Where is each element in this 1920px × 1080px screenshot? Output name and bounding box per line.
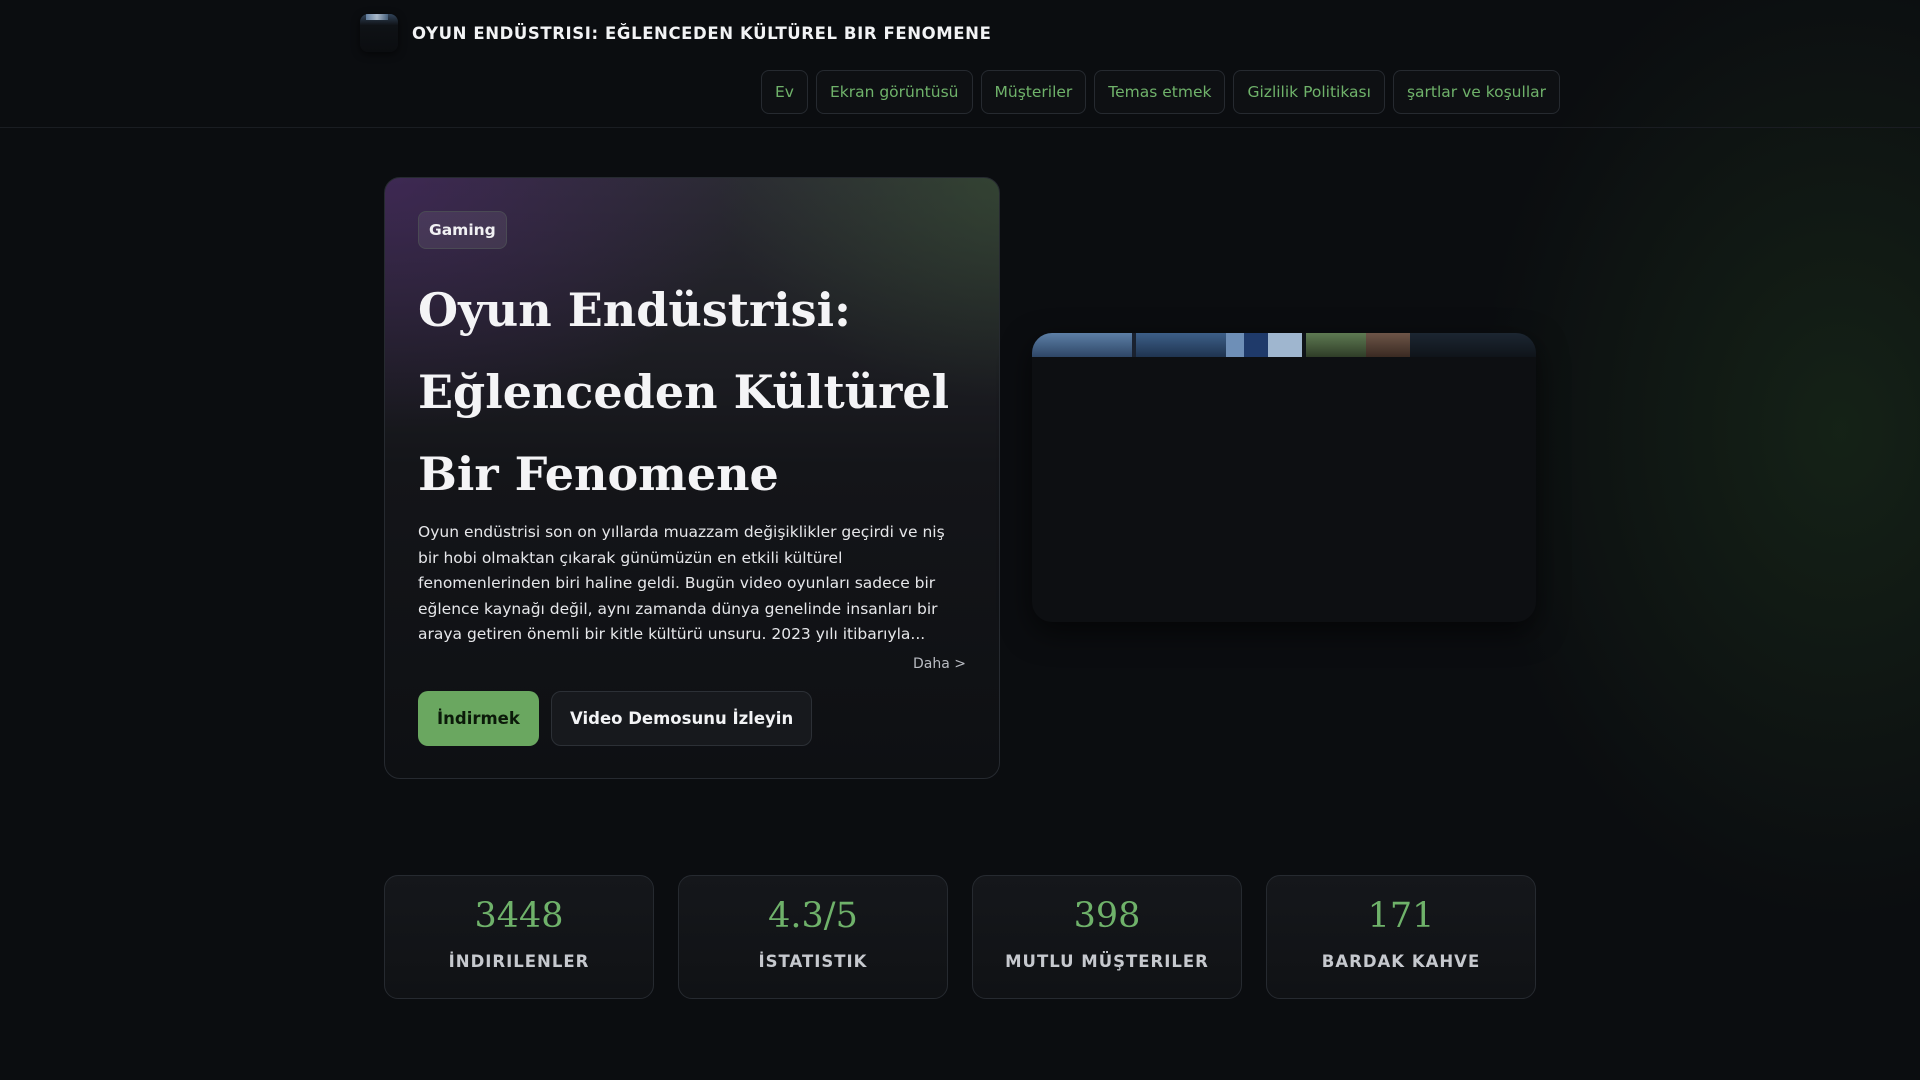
site-logo — [360, 14, 398, 52]
nav-item-terms[interactable]: şartlar ve koşullar — [1392, 70, 1560, 114]
page: OYUN ENDÜSTRISI: EĞLENCEDEN KÜLTÜREL BIR… — [0, 0, 1920, 1080]
watch-demo-button[interactable]: Video Demosunu İzleyin — [551, 691, 813, 746]
stat-value: 398 — [1073, 896, 1141, 936]
stat-label: İNDIRILENLER — [448, 952, 590, 971]
hero-title-wrap: Oyun Endüstrisi: Eğlenceden Kültürel Bir… — [418, 269, 978, 515]
stat-value: 4.3/5 — [768, 896, 858, 936]
nav-item-privacy-policy[interactable]: Gizlilik Politikası — [1233, 70, 1385, 114]
hero-card: Gaming Oyun Endüstrisi: Eğlenceden Kültü… — [384, 177, 1000, 779]
site-header: OYUN ENDÜSTRISI: EĞLENCEDEN KÜLTÜREL BIR… — [0, 0, 1920, 128]
stat-value: 171 — [1367, 896, 1435, 936]
more-link[interactable]: Daha > — [913, 656, 966, 672]
stat-card-rating: 4.3/5 İSTATISTIK — [678, 875, 948, 999]
category-tag: Gaming — [418, 211, 507, 249]
site-title: OYUN ENDÜSTRISI: EĞLENCEDEN KÜLTÜREL BIR… — [412, 23, 992, 43]
hero-title: Oyun Endüstrisi: Eğlenceden Kültürel Bir… — [418, 283, 950, 501]
hero-description: Oyun endüstrisi son on yıllarda muazzam … — [418, 523, 945, 644]
stat-card-happy-customers: 398 MUTLU MÜŞTERILER — [972, 875, 1242, 999]
hero-media — [1032, 333, 1536, 622]
brand[interactable]: OYUN ENDÜSTRISI: EĞLENCEDEN KÜLTÜREL BIR… — [360, 14, 991, 52]
download-button[interactable]: İndirmek — [418, 691, 539, 746]
stat-value: 3448 — [474, 896, 564, 936]
stat-label: BARDAK KAHVE — [1321, 952, 1481, 971]
nav-item-contact[interactable]: Temas etmek — [1094, 70, 1226, 114]
stat-label: MUTLU MÜŞTERILER — [1005, 952, 1209, 971]
nav-item-screenshot[interactable]: Ekran görüntüsü — [815, 70, 973, 114]
stat-label: İSTATISTIK — [758, 952, 868, 971]
main-nav: Ev Ekran görüntüsü Müşteriler Temas etme… — [760, 70, 1560, 114]
nav-item-customers[interactable]: Müşteriler — [980, 70, 1087, 114]
media-image-strip — [1032, 333, 1536, 357]
stat-card-coffee: 171 BARDAK KAHVE — [1266, 875, 1536, 999]
stat-card-downloads: 3448 İNDIRILENLER — [384, 875, 654, 999]
nav-item-home[interactable]: Ev — [760, 70, 808, 114]
